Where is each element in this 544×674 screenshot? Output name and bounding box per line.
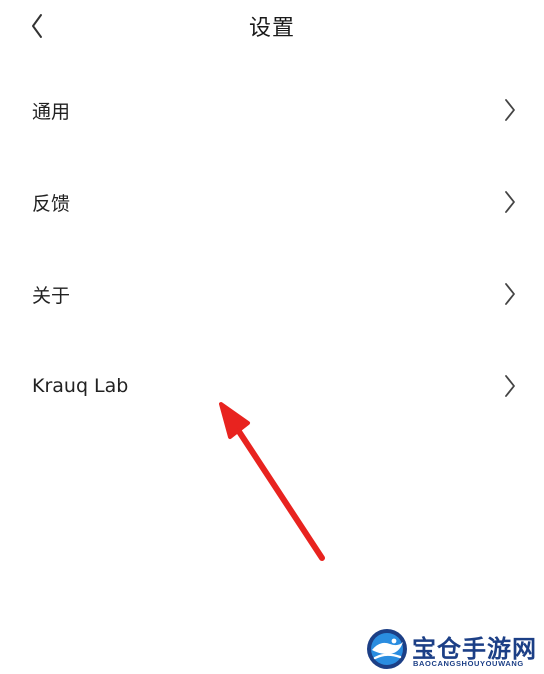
menu-item-label: 关于 — [32, 284, 71, 307]
settings-menu-list: 通用 反馈 关于 Krauq Lab — [0, 64, 544, 432]
menu-item-krauq-lab[interactable]: Krauq Lab — [0, 340, 544, 432]
arrow-shaft — [235, 427, 325, 561]
site-watermark: 宝仓手游网 BAOCANGSHOUYOUWANG — [366, 628, 538, 670]
watermark-logo-icon — [367, 629, 407, 669]
menu-item-label: 通用 — [32, 100, 71, 123]
menu-item-about[interactable]: 关于 — [0, 248, 544, 340]
menu-item-general[interactable]: 通用 — [0, 64, 544, 156]
menu-item-feedback[interactable]: 反馈 — [0, 156, 544, 248]
chevron-right-icon — [502, 281, 518, 307]
chevron-right-icon — [502, 97, 518, 123]
top-bar: 设置 — [0, 0, 544, 56]
chevron-right-icon — [502, 189, 518, 215]
menu-item-label: 反馈 — [32, 192, 71, 215]
chevron-right-icon — [502, 373, 518, 399]
page-title: 设置 — [248, 16, 295, 41]
watermark-subtitle: BAOCANGSHOUYOUWANG — [413, 659, 524, 668]
menu-item-label: Krauq Lab — [32, 375, 129, 397]
